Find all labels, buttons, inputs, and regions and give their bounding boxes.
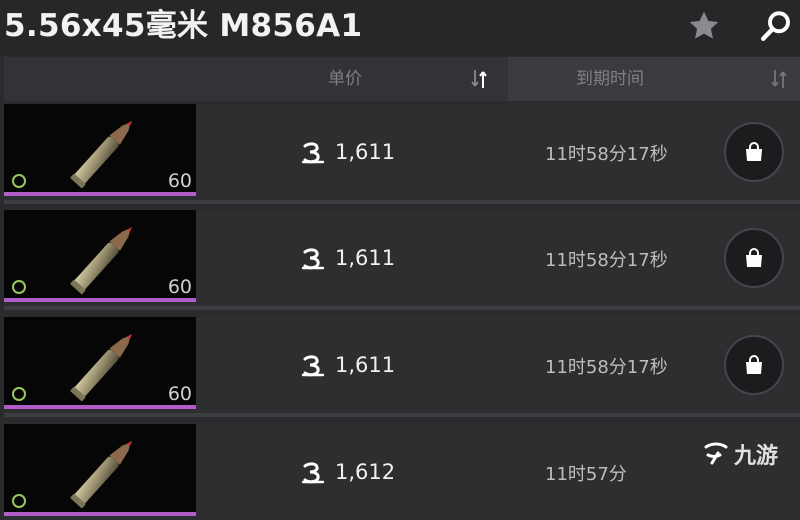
expire-time: 11时58分17秒 [545, 144, 668, 165]
listing-row[interactable]: 60 1,611 11时58分17秒 [4, 210, 800, 306]
coin-icon [301, 462, 325, 484]
listing-row[interactable]: 1,612 11时57分 [4, 424, 800, 520]
buy-button[interactable] [724, 335, 784, 395]
bag-icon [746, 355, 762, 374]
column-header: 单价 到期时间 [4, 57, 800, 101]
watermark: 九游 [702, 438, 778, 470]
rarity-bar [4, 192, 196, 196]
price-value: 1,611 [335, 140, 396, 164]
price-value: 1,611 [335, 353, 396, 377]
listing-row[interactable]: 60 1,611 11时58分17秒 [4, 317, 800, 413]
coin-icon [301, 142, 325, 164]
item-thumbnail[interactable]: 60 [4, 210, 196, 302]
buy-button[interactable] [724, 122, 784, 182]
expire-time: 11时58分17秒 [545, 250, 668, 271]
listing-row[interactable]: 60 1,611 11时58分17秒 [4, 104, 800, 200]
coin-icon [301, 355, 325, 377]
title-bar: 5.56x45毫米 M856A1 [0, 0, 800, 56]
rarity-bar [4, 405, 196, 409]
listing-price: 1,611 [299, 351, 395, 379]
search-icon[interactable] [758, 8, 794, 44]
buy-button[interactable] [724, 228, 784, 288]
sort-arrows-icon[interactable] [468, 67, 490, 91]
rarity-bar [4, 512, 196, 516]
price-value: 1,611 [335, 246, 396, 270]
item-quantity: 60 [167, 276, 192, 298]
coin-icon [301, 248, 325, 270]
sort-arrows-icon[interactable] [768, 67, 790, 91]
item-thumbnail[interactable]: 60 [4, 104, 196, 196]
condition-indicator [12, 494, 26, 508]
header-expire[interactable]: 到期时间 [508, 57, 800, 101]
listing-price: 1,611 [299, 138, 395, 166]
ammo-icon [70, 226, 133, 295]
expire-time: 11时57分 [545, 464, 627, 485]
listing-price: 1,611 [299, 244, 395, 272]
row-divider [4, 306, 800, 310]
ammo-icon [70, 120, 133, 189]
item-quantity: 60 [167, 170, 192, 192]
header-item [4, 57, 198, 101]
watermark-text: 九游 [734, 444, 779, 469]
bag-icon [746, 142, 762, 161]
item-thumbnail[interactable]: 60 [4, 317, 196, 409]
condition-indicator [12, 280, 26, 294]
ammo-icon [70, 440, 133, 509]
row-divider [4, 413, 800, 417]
page-title: 5.56x45毫米 M856A1 [4, 8, 363, 44]
ammo-icon [70, 333, 133, 402]
header-price[interactable]: 单价 [198, 57, 508, 101]
item-quantity: 60 [167, 383, 192, 405]
price-value: 1,612 [335, 460, 396, 484]
row-divider [4, 200, 800, 204]
expire-column-label: 到期时间 [576, 69, 644, 89]
star-icon[interactable] [686, 8, 722, 44]
rarity-bar [4, 298, 196, 302]
condition-indicator [12, 387, 26, 401]
condition-indicator [12, 174, 26, 188]
expire-time: 11时58分17秒 [545, 357, 668, 378]
listing-price: 1,612 [299, 458, 395, 486]
watermark-logo-icon [704, 442, 728, 465]
price-column-label: 单价 [328, 69, 362, 89]
item-thumbnail[interactable] [4, 424, 196, 516]
bag-icon [746, 248, 762, 267]
